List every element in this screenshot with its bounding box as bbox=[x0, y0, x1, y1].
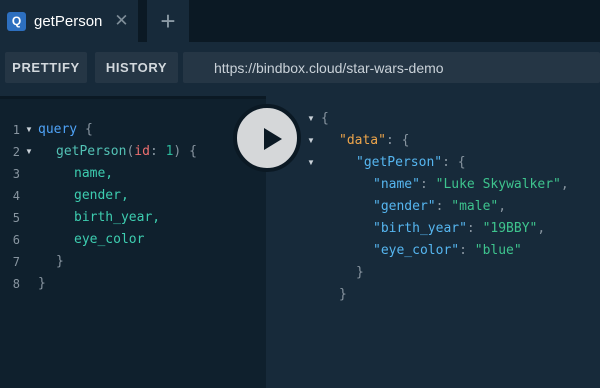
result-panel: ▼ ▼ ▼ { "data": { "getPerson": { "name":… bbox=[266, 96, 600, 388]
toolbar: PRETTIFY HISTORY https://bindbox.cloud/s… bbox=[0, 42, 600, 96]
argument-name: id bbox=[134, 144, 150, 159]
entry-value: "blue" bbox=[474, 243, 522, 258]
operation-name: getPerson bbox=[56, 144, 127, 159]
entry-key: "eye_color" bbox=[373, 243, 460, 258]
result-open-brace: { bbox=[321, 111, 329, 126]
tab-bar: Q getPerson ✕ + bbox=[0, 0, 600, 42]
entry-value: "male" bbox=[451, 199, 499, 214]
open-brace: { bbox=[457, 155, 466, 170]
colon: : bbox=[385, 133, 394, 148]
prettify-button[interactable]: PRETTIFY bbox=[5, 52, 87, 83]
play-icon bbox=[264, 128, 282, 150]
fold-arrow-icon[interactable]: ▼ bbox=[307, 130, 315, 152]
endpoint-url-input[interactable]: https://bindbox.cloud/star-wars-demo bbox=[183, 52, 600, 83]
line-number: 6 bbox=[12, 233, 20, 247]
colon: : bbox=[459, 243, 467, 258]
result-entry: "eye_color": "blue" bbox=[373, 240, 522, 262]
fold-arrow-icon[interactable]: ▼ bbox=[25, 119, 33, 141]
open-brace: { bbox=[189, 144, 197, 159]
tab-getperson[interactable]: Q getPerson ✕ bbox=[0, 0, 138, 42]
entry-key: "name" bbox=[373, 177, 420, 192]
field-gender: gender, bbox=[74, 188, 129, 203]
query-icon: Q bbox=[7, 11, 26, 31]
data-key: "data" bbox=[339, 133, 386, 148]
line-number: 8 bbox=[12, 277, 20, 291]
close-brace: } bbox=[56, 254, 64, 269]
query-keyword: query bbox=[38, 122, 78, 137]
close-paren: ) bbox=[173, 144, 182, 159]
line-number: 3 bbox=[12, 167, 20, 181]
result-line: "data": { bbox=[339, 130, 409, 152]
entry-key: "birth_year" bbox=[373, 221, 467, 236]
comma: , bbox=[498, 199, 507, 214]
entry-value: "19BBY" bbox=[482, 221, 538, 236]
line-number: 7 bbox=[12, 255, 20, 269]
field-eye-color: eye_color bbox=[74, 232, 145, 247]
open-brace: { bbox=[401, 133, 410, 148]
fold-arrow-icon[interactable]: ▼ bbox=[25, 141, 33, 163]
fold-arrow-icon[interactable]: ▼ bbox=[307, 108, 315, 130]
field-birth-year: birth_year, bbox=[74, 210, 161, 225]
line-number: 2 bbox=[12, 145, 20, 159]
execute-query-button[interactable] bbox=[233, 104, 301, 172]
operation-key: "getPerson" bbox=[356, 155, 443, 170]
add-tab-button[interactable]: + bbox=[147, 0, 189, 42]
result-entry: "gender": "male", bbox=[373, 196, 506, 218]
line-number: 1 bbox=[12, 123, 20, 137]
colon: : bbox=[466, 221, 475, 236]
fold-arrow-icon[interactable]: ▼ bbox=[307, 152, 315, 174]
close-brace: } bbox=[356, 265, 364, 280]
result-line: "getPerson": { bbox=[356, 152, 466, 174]
field-name: name, bbox=[74, 166, 114, 181]
colon: : bbox=[442, 155, 450, 170]
line-number: 5 bbox=[12, 211, 20, 225]
close-icon[interactable]: ✕ bbox=[114, 11, 128, 31]
result-entry: "birth_year": "19BBY", bbox=[373, 218, 545, 240]
comma: , bbox=[560, 177, 569, 192]
colon: : bbox=[419, 177, 428, 192]
code-line: query { bbox=[38, 119, 93, 141]
entry-key: "gender" bbox=[373, 199, 436, 214]
open-brace: { bbox=[84, 122, 93, 137]
history-button[interactable]: HISTORY bbox=[95, 52, 178, 83]
result-entry: "name": "Luke Skywalker", bbox=[373, 174, 569, 196]
entry-value: "Luke Skywalker" bbox=[435, 177, 561, 192]
colon: : bbox=[149, 144, 158, 159]
query-editor[interactable]: 1 2 3 4 5 6 7 8 ▼ ▼ query { getPerson(id… bbox=[0, 96, 266, 388]
tab-label: getPerson bbox=[34, 12, 103, 30]
colon: : bbox=[435, 199, 444, 214]
code-line: getPerson(id: 1) { bbox=[56, 141, 197, 163]
close-brace: } bbox=[339, 287, 347, 302]
comma: , bbox=[537, 221, 546, 236]
close-brace: } bbox=[38, 276, 46, 291]
line-number: 4 bbox=[12, 189, 20, 203]
